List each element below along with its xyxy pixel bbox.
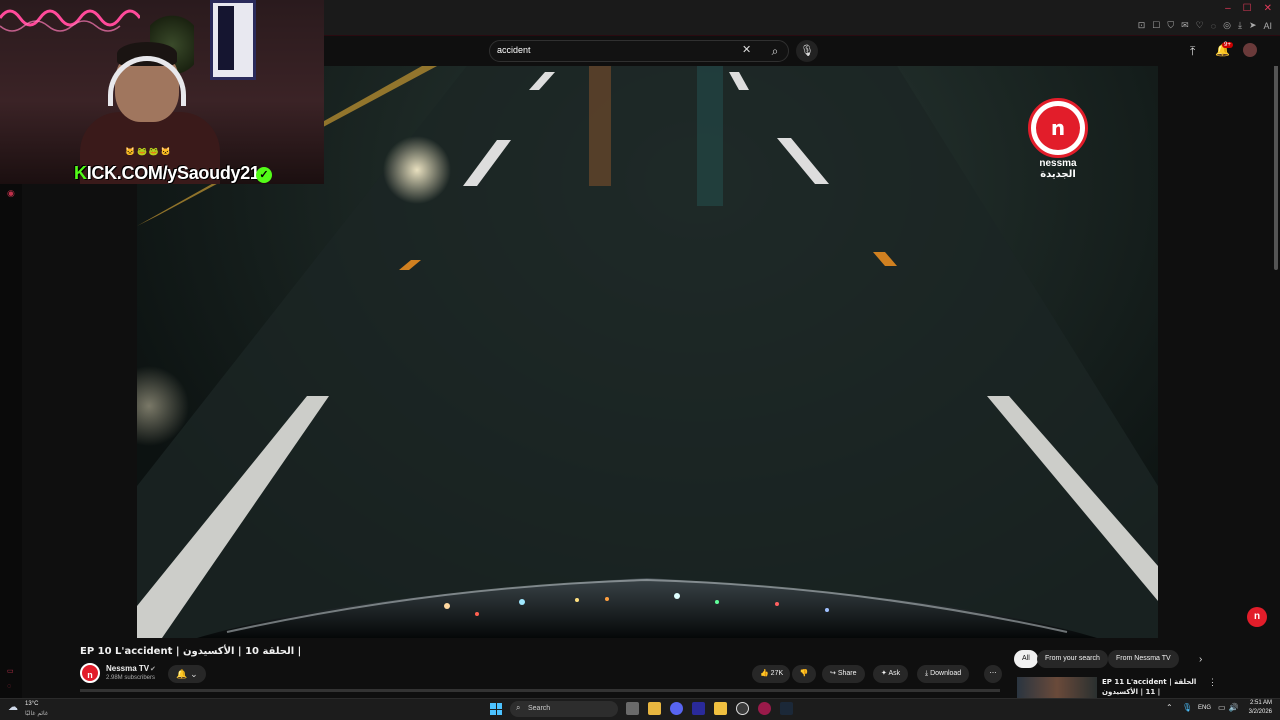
share-label: Share [837,670,857,677]
room-window-glass [218,6,234,70]
tab-icon[interactable]: ☐ [1152,20,1160,31]
chevron-down-icon: ⌄ [190,669,198,679]
page-scrollbar[interactable] [1274,40,1278,270]
next-app-icon[interactable] [692,702,705,715]
minimize-icon[interactable]: – [1225,3,1231,14]
channel-name[interactable]: Nessma TV [106,664,149,673]
nessma-logo-icon: n [1036,106,1080,150]
recommendation-thumbnail[interactable] [1017,677,1097,699]
subscriber-count: 2.98M subscribers [106,675,156,681]
taskbar-search[interactable]: Search [510,701,618,717]
heart-icon[interactable]: ♡ [1196,20,1204,31]
thumbs-down-icon: 👎 [799,670,809,677]
tray-microphone-icon[interactable]: 🎙 [1182,703,1192,712]
bell-icon: 🔔 [176,669,188,679]
tray-overflow-icon[interactable]: ⌃ [1166,703,1173,712]
streamer-webcam-overlay: 🐱🐸🐸🐱 KICK.COM/ySaoudy21 ✓ [0,0,324,184]
rail-item-icon[interactable]: ▭ [7,667,14,675]
shield-icon[interactable]: ⛉ [1167,20,1174,31]
discord-icon[interactable] [670,702,683,715]
video-title: EP 10 L'accident | الحلقة 10 | الأكسيدون… [80,646,302,657]
maximize-icon[interactable]: ☐ [1243,3,1252,14]
channel-avatar[interactable]: n [80,663,100,683]
share-icon: ↪ [830,670,836,677]
share-button[interactable]: ↪ Share [822,665,865,683]
tray-network-volume-icons[interactable]: ▭🔊 [1218,703,1242,712]
chip-from-channel[interactable]: From Nessma TV [1108,650,1179,668]
task-view-icon[interactable] [626,702,639,715]
send-icon[interactable]: ➤ [1249,20,1257,31]
taskbar-search-icon: ⌕ [516,703,521,712]
sparkle-icon: ✦ [881,670,887,677]
weather-temperature[interactable]: 13°C [25,701,38,707]
download-label: Download [930,670,962,677]
ask-label: Ask [888,670,901,677]
like-count: 27K [770,670,784,677]
download-manager-icon[interactable]: ⤓ [1238,20,1242,31]
neon-light-strip [0,9,140,32]
steam-icon[interactable] [780,702,793,715]
upload-icon[interactable]: ⤒ [1190,44,1195,59]
thumbs-up-icon: 👍 [760,670,769,677]
rail-item-icon[interactable]: ◌ [7,683,11,690]
verified-check-icon: ✓ [256,167,272,183]
ai-label[interactable]: AI [1263,21,1272,31]
more-actions-button[interactable]: ⋯ [984,665,1002,683]
rail-indicator-icon[interactable]: ◉ [7,188,15,199]
clock-time[interactable]: 2:51 AM [1246,700,1272,706]
recommendation-menu-icon[interactable]: ⋮ [1208,677,1217,688]
description-divider [80,689,1000,692]
clock-date[interactable]: 3/2/2026 [1244,709,1272,715]
kick-url: ICK.COM/ySaoudy21 [86,163,260,183]
verified-channel-icon: ✔ [150,666,156,673]
channel-badge-icon[interactable]: n [1247,607,1267,627]
dislike-button[interactable]: 👎 [792,665,816,683]
window-controls: – ☐ ✕ [1225,3,1272,14]
chevron-right-icon[interactable]: › [1199,654,1202,665]
search-icon[interactable]: ⌕ [764,40,786,62]
microphone-icon[interactable]: 🎙 [796,40,818,62]
emote-row: 🐱🐸🐸🐱 [125,147,173,156]
notification-badge: 9+ [1222,42,1233,48]
clear-search-icon[interactable]: ✕ [742,43,751,56]
browser-extension-tools: ⊡ ☐ ⛉ ✉ ♡ ◌ ◎ ⤓ ➤ AI [1138,20,1272,31]
download-icon: ⤓ [925,670,929,677]
windows-start-icon[interactable] [490,703,502,715]
kick-prefix: K [74,163,87,183]
subscription-bell-button[interactable]: 🔔 ⌄ [168,665,206,683]
chrome-icon[interactable] [736,702,749,715]
left-rail [0,184,22,700]
notes-app-icon[interactable] [714,702,727,715]
chip-all[interactable]: All [1014,650,1038,668]
close-window-icon[interactable]: ✕ [1264,3,1272,14]
mail-icon[interactable]: ✉ [1181,20,1189,31]
weather-cloud-icon[interactable]: ☁ [8,702,18,713]
file-explorer-icon[interactable] [648,702,661,715]
windows-taskbar [0,698,1280,720]
ask-button[interactable]: ✦ Ask [873,665,909,683]
weather-description[interactable]: غائم غالبًا [25,710,48,717]
user-icon[interactable]: ◎ [1223,20,1231,31]
chip-from-your-search[interactable]: From your search [1037,650,1108,668]
download-button[interactable]: ⤓ Download [917,665,970,683]
input-language[interactable]: ENG [1198,705,1211,711]
chat-icon[interactable]: ◌ [1211,21,1216,31]
watermark-name: nessma [1039,158,1077,169]
like-button[interactable]: 👍 27K [752,665,790,683]
profile-avatar[interactable] [1243,43,1257,57]
kick-channel-label: KICK.COM/ySaoudy21 [74,163,260,184]
search-query[interactable]: accident [497,45,531,55]
watermark-name-arabic: الجديدة [1040,169,1076,180]
recommendation-title[interactable]: EP 11 L'accident | الحلقة 11 | الأكسيدون… [1102,677,1202,697]
bookmark-icon[interactable]: ⊡ [1138,20,1146,31]
opera-gx-icon[interactable] [758,702,771,715]
